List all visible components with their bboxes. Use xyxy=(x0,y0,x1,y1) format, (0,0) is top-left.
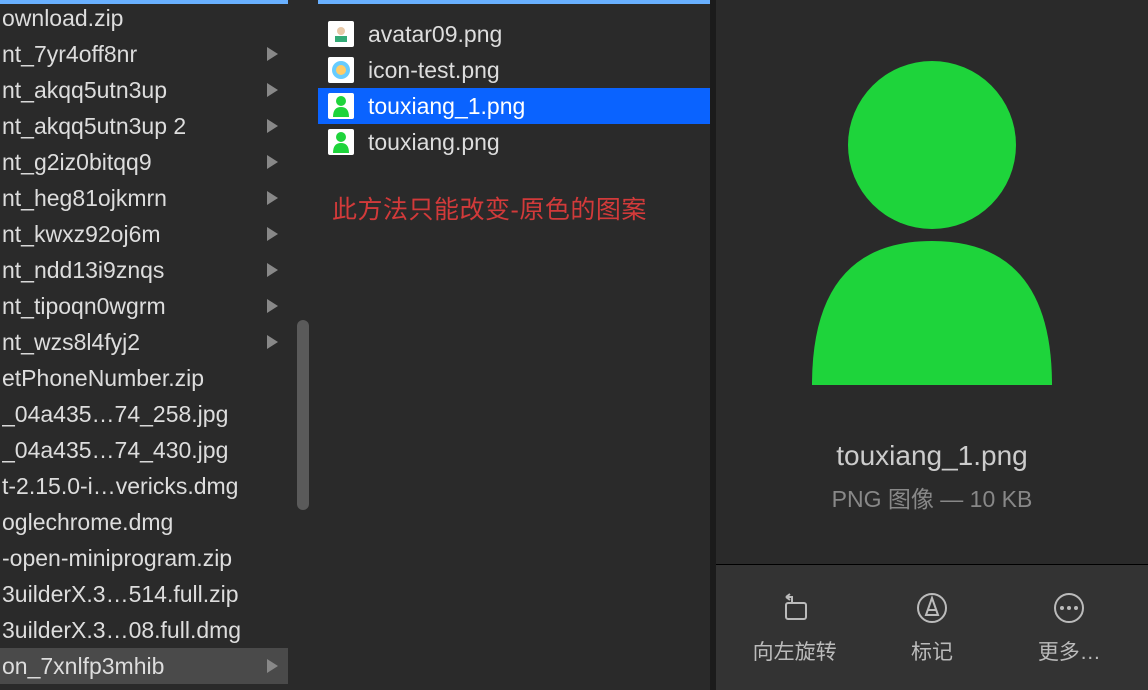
chevron-right-icon xyxy=(267,227,278,241)
more-icon xyxy=(1051,590,1087,626)
chevron-right-icon xyxy=(267,47,278,61)
sidebar-item-label: 3uilderX.3…514.full.zip xyxy=(2,581,278,608)
chevron-right-icon xyxy=(267,335,278,349)
sidebar-item[interactable]: 3uilderX.3…08.full.dmg xyxy=(0,612,288,648)
column-divider-left xyxy=(288,0,318,690)
sidebar-item-label: nt_tipoqn0wgrm xyxy=(2,293,261,320)
preview-filename: touxiang_1.png xyxy=(836,440,1028,472)
sidebar-item-label: nt_akqq5utn3up 2 xyxy=(2,113,261,140)
sidebar-item-label: nt_akqq5utn3up xyxy=(2,77,261,104)
chevron-right-icon xyxy=(267,263,278,277)
sidebar-item[interactable]: on_7xnlfp3mhib xyxy=(0,648,288,684)
sidebar-item[interactable]: etPhoneNumber.zip xyxy=(0,360,288,396)
sidebar-item-label: nt_kwxz92oj6m xyxy=(2,221,261,248)
sidebar-item[interactable]: nt_7yr4off8nr xyxy=(0,36,288,72)
sidebar-item-label: nt_ndd13i9znqs xyxy=(2,257,261,284)
sidebar-item[interactable]: _04a435…74_430.jpg xyxy=(0,432,288,468)
chevron-right-icon xyxy=(267,119,278,133)
file-row[interactable]: touxiang_1.png xyxy=(318,88,710,124)
file-thumbnail-icon xyxy=(328,57,354,83)
rotate-left-button[interactable]: 向左旋转 xyxy=(726,590,863,666)
annotation-text: 此方法只能改变-原色的图案 xyxy=(332,190,710,226)
chevron-right-icon xyxy=(267,155,278,169)
sidebar-item[interactable]: nt_tipoqn0wgrm xyxy=(0,288,288,324)
file-row[interactable]: touxiang.png xyxy=(318,124,710,160)
preview-subtitle: PNG 图像 — 10 KB xyxy=(832,480,1033,514)
sidebar-item[interactable]: oglechrome.dmg xyxy=(0,504,288,540)
more-label: 更多… xyxy=(1038,636,1101,666)
file-list: avatar09.png icon-test.png touxiang_1.pngt… xyxy=(318,0,710,160)
sidebar-item[interactable]: nt_akqq5utn3up 2 xyxy=(0,108,288,144)
sidebar-item-label: oglechrome.dmg xyxy=(2,509,278,536)
sidebar-list: ownload.zip nt_7yr4off8nr nt_akqq5utn3upnt… xyxy=(0,0,288,690)
sidebar-item[interactable]: 3uilderX.3…514.full.zip xyxy=(0,576,288,612)
file-name-label: touxiang_1.png xyxy=(368,93,525,120)
sidebar-item-label: ownload.zip xyxy=(2,5,278,32)
sidebar-item-label: _04a435…74_430.jpg xyxy=(2,437,278,464)
sidebar-item-label: nt_7yr4off8nr xyxy=(2,41,261,68)
sidebar-item[interactable]: _04a435…74_258.jpg xyxy=(0,396,288,432)
chevron-right-icon xyxy=(267,191,278,205)
file-thumbnail-icon xyxy=(328,129,354,155)
window-top-accent xyxy=(318,0,710,4)
sidebar-item-label: on_7xnlfp3mhib xyxy=(2,653,261,680)
preview-image xyxy=(782,50,1082,390)
sidebar-item-label: nt_g2iz0bitqq9 xyxy=(2,149,261,176)
file-thumbnail-icon xyxy=(328,21,354,47)
preview-column: touxiang_1.png PNG 图像 — 10 KB 向左旋转 xyxy=(716,0,1148,690)
sidebar-item[interactable]: nt_kwxz92oj6m xyxy=(0,216,288,252)
sidebar-item-label: t-2.15.0-i…vericks.dmg xyxy=(2,473,278,500)
scrollbar-thumb[interactable] xyxy=(297,320,309,510)
sidebar-item-label: -open-miniprogram.zip xyxy=(2,545,278,572)
more-button[interactable]: 更多… xyxy=(1001,590,1138,666)
person-icon xyxy=(782,50,1082,390)
sidebar-item[interactable]: nt_heg81ojkmrn xyxy=(0,180,288,216)
file-name-label: avatar09.png xyxy=(368,21,502,48)
sidebar-item[interactable]: nt_wzs8l4fyj2 xyxy=(0,324,288,360)
rotate-left-icon xyxy=(777,590,813,626)
rotate-left-label: 向左旋转 xyxy=(753,636,837,666)
action-bar: 向左旋转 标记 更多… xyxy=(716,564,1148,690)
sidebar-item-label: nt_wzs8l4fyj2 xyxy=(2,329,261,356)
sidebar-item[interactable]: t-2.15.0-i…vericks.dmg xyxy=(0,468,288,504)
sidebar-item[interactable]: ownload.zip xyxy=(0,0,288,36)
chevron-right-icon xyxy=(267,83,278,97)
preview-area: touxiang_1.png PNG 图像 — 10 KB xyxy=(716,0,1148,564)
file-thumbnail-icon xyxy=(328,93,354,119)
sidebar-item-label: nt_heg81ojkmrn xyxy=(2,185,261,212)
sidebar-item[interactable]: nt_akqq5utn3up xyxy=(0,72,288,108)
file-list-column: avatar09.png icon-test.png touxiang_1.pngt… xyxy=(318,0,710,690)
file-row[interactable]: avatar09.png xyxy=(318,16,710,52)
sidebar-item[interactable]: -open-miniprogram.zip xyxy=(0,540,288,576)
file-row[interactable]: icon-test.png xyxy=(318,52,710,88)
sidebar-column: ownload.zip nt_7yr4off8nr nt_akqq5utn3upnt… xyxy=(0,0,288,690)
sidebar-item-label: 3uilderX.3…08.full.dmg xyxy=(2,617,278,644)
sidebar-item[interactable]: nt_ndd13i9znqs xyxy=(0,252,288,288)
sidebar-item-label: etPhoneNumber.zip xyxy=(2,365,278,392)
sidebar-item[interactable]: nt_g2iz0bitqq9 xyxy=(0,144,288,180)
chevron-right-icon xyxy=(267,659,278,673)
markup-button[interactable]: 标记 xyxy=(863,590,1000,666)
file-name-label: icon-test.png xyxy=(368,57,500,84)
file-name-label: touxiang.png xyxy=(368,129,500,156)
markup-icon xyxy=(914,590,950,626)
markup-label: 标记 xyxy=(911,636,953,666)
sidebar-item-label: _04a435…74_258.jpg xyxy=(2,401,278,428)
chevron-right-icon xyxy=(267,299,278,313)
